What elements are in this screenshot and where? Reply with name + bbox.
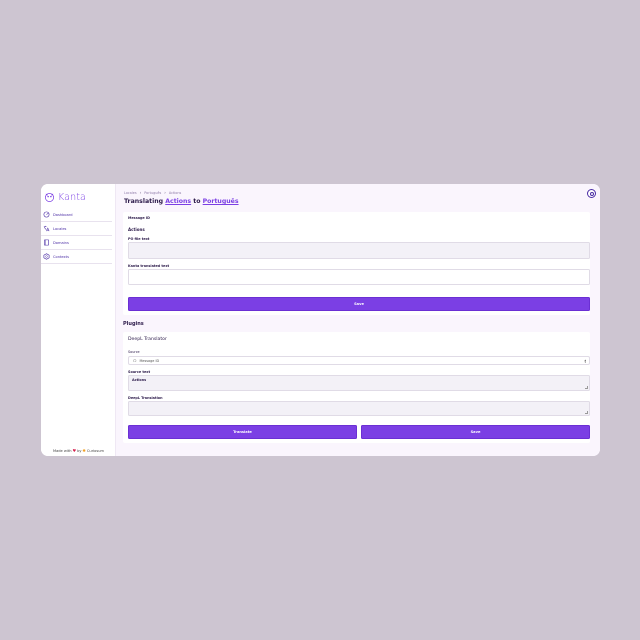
title-locale-link[interactable]: Português [203,198,239,205]
app-window: Kanta Dashboard Locales Domains Contexts… [41,184,600,456]
source-select[interactable]: Message ID ▴ ▾ [128,356,590,365]
heart-icon: ♥ [72,448,77,453]
breadcrumb-item: Actions [168,190,182,195]
title-message-link[interactable]: Actions [165,198,191,205]
breadcrumb-item[interactable]: Português [144,191,161,195]
resize-handle-icon[interactable] [585,411,588,414]
sidebar-item-label: Domains [53,240,69,245]
sidebar-nav: Dashboard Locales Domains Contexts [41,208,115,264]
book-icon [44,239,49,246]
save-button[interactable]: Save [128,297,590,311]
source-text-label: Source text [128,370,151,374]
translate-button[interactable]: Translate [128,425,357,439]
theme-toggle-button[interactable] [587,189,596,198]
source-selected-value: Message ID [139,358,160,363]
message-id-label: Message ID [128,216,150,220]
plugin-save-button[interactable]: Save [361,425,590,439]
source-label: Source [128,350,140,354]
message-id-value: Actions [128,227,145,232]
sidebar-item-label: Dashboard [53,212,73,217]
made-with-text: Made with [52,448,72,453]
sidebar-footer: Made with ♥ by ✺ Curiosum [41,448,116,453]
source-text-value: Actions [132,378,147,382]
sidebar-item-contexts[interactable]: Contexts [41,250,112,264]
sidebar-item-label: Contexts [53,254,69,259]
kanta-translated-text-field[interactable] [128,269,590,285]
hexagon-icon [43,253,50,260]
sidebar-item-locales[interactable]: Locales [41,222,112,236]
app-name: Kanta [58,192,86,203]
by-text: by [77,448,82,453]
title-to: to [193,198,201,205]
chevron-right-icon: › [139,190,142,195]
title-prefix: Translating [124,198,164,205]
breadcrumb: Locales › Português › Actions [124,190,181,195]
source-text-field[interactable]: Actions [128,375,590,391]
plugins-title: Plugins [123,321,144,327]
kanta-translated-label: Kanta translated text [128,264,170,268]
sidebar: Kanta Dashboard Locales Domains Contexts… [41,184,116,456]
po-file-text-field[interactable] [128,242,590,259]
company-name[interactable]: Curiosum [87,449,104,453]
deepl-translation-field[interactable] [128,401,590,416]
main-content: Locales › Português › Actions Translatin… [116,184,600,456]
curiosum-logo-icon: ✺ [82,448,86,453]
translate-icon [43,225,50,232]
option-icon [133,358,137,363]
deepl-plugin-card: DeepL Translator Source Message ID ▴ ▾ So… [123,332,590,443]
brand[interactable]: Kanta [41,184,115,206]
chevron-right-icon: › [164,190,166,195]
page-title: Translating Actions to Português [124,198,239,205]
moon-icon [589,191,594,196]
sidebar-item-label: Locales [53,226,67,231]
deepl-title: DeepL Translator [128,337,167,342]
sidebar-item-dashboard[interactable]: Dashboard [41,208,112,222]
dashboard-icon [43,211,50,218]
translation-form-card: Message ID Actions PO file text Kanta tr… [123,212,590,315]
chevron-up-down-icon: ▴ ▾ [584,357,586,364]
deepl-translation-label: DeepL Translation [128,396,163,400]
resize-handle-icon[interactable] [585,386,588,389]
kanta-logo-icon [45,193,54,202]
sidebar-item-domains[interactable]: Domains [41,236,112,250]
po-file-text-label: PO file text [128,237,150,241]
breadcrumb-item[interactable]: Locales [124,191,137,195]
